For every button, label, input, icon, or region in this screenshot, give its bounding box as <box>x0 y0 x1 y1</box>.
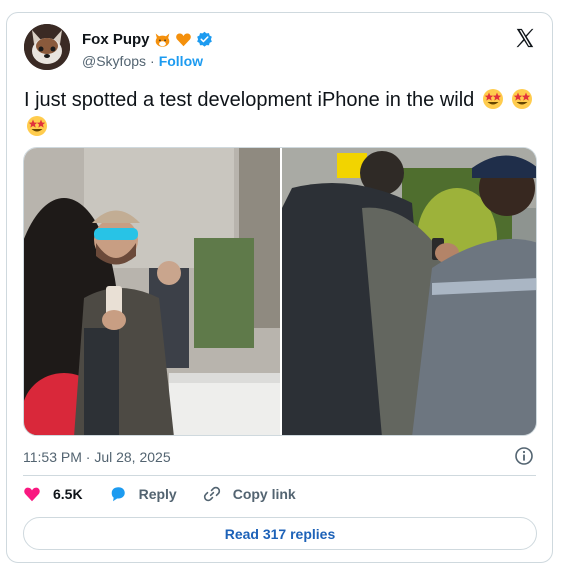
handle-separator: · <box>150 53 155 69</box>
action-bar: 6.5K Reply Copy link <box>23 485 296 503</box>
avatar[interactable] <box>24 24 70 70</box>
tweet-text: I just spotted a test development iPhone… <box>24 87 539 141</box>
orange-heart-emoji-icon <box>175 33 191 47</box>
tweet-card[interactable]: Fox Pupy @Skyfops · Follow I just spotte… <box>6 12 553 563</box>
media-grid <box>23 147 537 436</box>
reply-button[interactable]: Reply <box>109 485 177 503</box>
handle[interactable]: @Skyfops <box>82 53 146 69</box>
display-name[interactable]: Fox Pupy <box>82 31 150 48</box>
star-struck-emoji-icon <box>27 116 47 136</box>
star-struck-emoji-icon <box>482 89 503 109</box>
x-logo-icon[interactable] <box>514 27 536 49</box>
tweet-timestamp[interactable]: 11:53 PM · Jul 28, 2025 <box>23 449 171 465</box>
divider <box>23 475 536 476</box>
copy-link-button[interactable]: Copy link <box>203 485 296 503</box>
avatar-image <box>24 24 70 70</box>
photo-left[interactable] <box>24 148 280 435</box>
photo-right[interactable] <box>282 148 536 435</box>
follow-link[interactable]: Follow <box>159 53 203 69</box>
copy-link-label: Copy link <box>232 486 296 502</box>
heart-icon <box>24 487 40 502</box>
info-icon[interactable] <box>514 446 534 466</box>
star-struck-emoji-icon <box>512 89 533 109</box>
verified-badge-icon <box>196 31 212 47</box>
reply-bubble-icon <box>111 487 125 502</box>
tweet-text-body: I just spotted a test development iPhone… <box>24 89 475 111</box>
link-icon <box>203 486 220 502</box>
like-button[interactable]: 6.5K <box>23 485 83 503</box>
reply-label: Reply <box>138 486 177 502</box>
photo-right-image <box>282 148 536 435</box>
like-count: 6.5K <box>53 486 83 502</box>
read-replies-button[interactable]: Read 317 replies <box>23 517 537 550</box>
photo-left-image <box>24 148 280 435</box>
fox-emoji-icon <box>155 33 169 47</box>
